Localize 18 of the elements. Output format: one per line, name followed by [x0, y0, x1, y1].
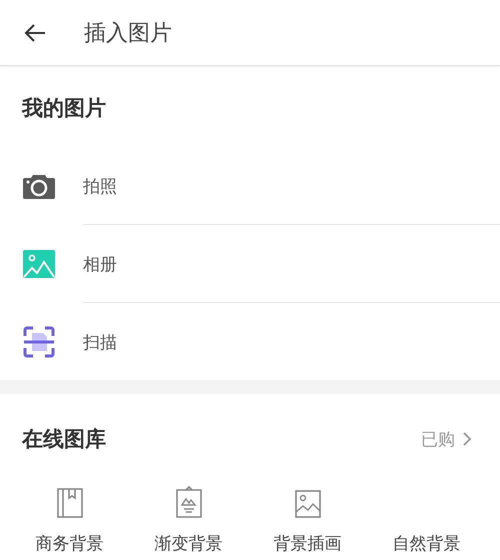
image-icon [294, 490, 320, 518]
back-icon[interactable] [24, 24, 46, 42]
category-item[interactable]: 背景插画 [274, 532, 342, 555]
book-icon [56, 488, 82, 518]
menu-item[interactable]: 扫描 [83, 330, 117, 354]
camera-icon [22, 172, 54, 200]
section-title: 在线图库 [22, 426, 106, 453]
poster-icon [176, 486, 202, 518]
category-item[interactable]: 自然背景 [392, 532, 460, 555]
page-title: 插入图片 [84, 20, 172, 48]
category-item[interactable]: 渐变背景 [154, 532, 222, 555]
menu-item[interactable]: 相册 [83, 252, 117, 276]
category-item[interactable]: 商务背景 [36, 532, 104, 555]
section-title: 我的图片 [20, 95, 107, 122]
scan-icon [22, 326, 54, 358]
chevron-icon [463, 432, 472, 446]
image-icon [22, 250, 54, 278]
menu-item[interactable]: 拍照 [83, 174, 117, 198]
